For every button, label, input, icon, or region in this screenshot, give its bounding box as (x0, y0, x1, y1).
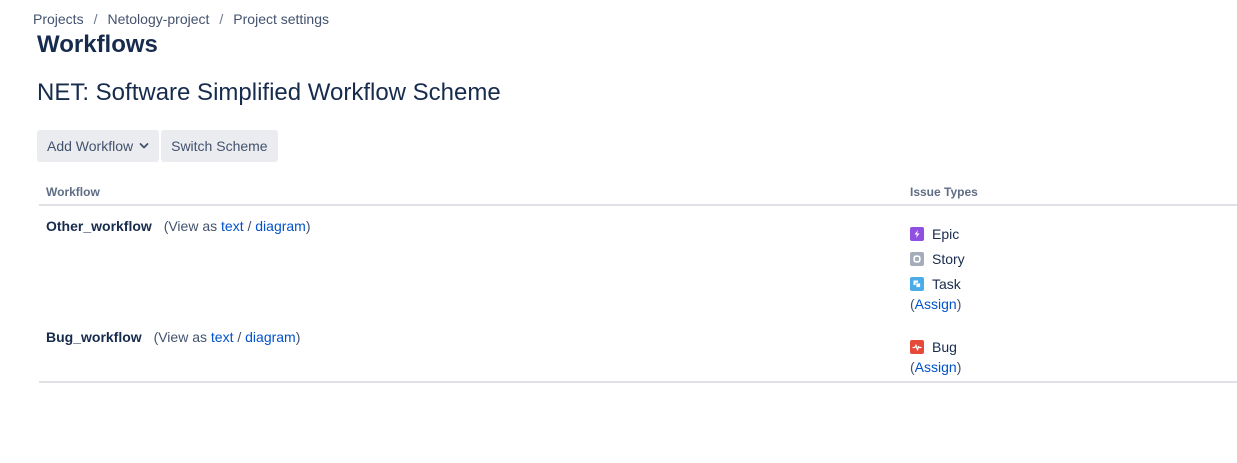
assign-link[interactable]: Assign (915, 359, 957, 375)
table-header: Workflow Issue Types (39, 177, 1237, 206)
table-row: Other_workflow (View as text / diagram) … (39, 206, 1237, 317)
assign-close-paren: ) (956, 359, 962, 375)
bug-icon (910, 339, 924, 354)
issue-types-column-header: Issue Types (910, 185, 978, 199)
add-workflow-button[interactable]: Add Workflow (37, 130, 160, 162)
breadcrumb-separator: / (93, 11, 98, 27)
table-row: Bug_workflow (View as text / diagram) Bu… (39, 317, 1237, 383)
scheme-title: NET: Software Simplified Workflow Scheme (37, 79, 501, 106)
breadcrumb: Projects / Netology-project / Project se… (33, 11, 329, 27)
issue-type-item: Story (910, 246, 965, 271)
view-as: (View as text / diagram) (154, 329, 301, 345)
issue-types-cell: Bug (Assign) (910, 334, 961, 375)
view-as-close-paren: ) (305, 218, 311, 234)
toolbar: Add Workflow Switch Scheme (37, 130, 278, 162)
view-as-diagram-link[interactable]: diagram (245, 329, 296, 345)
workflow-column-header: Workflow (46, 185, 100, 199)
workflow-cell: Other_workflow (View as text / diagram) (46, 218, 311, 234)
breadcrumb-netology-project[interactable]: Netology-project (107, 11, 209, 27)
page-title: Workflows (37, 31, 158, 58)
view-as-close-paren: ) (295, 329, 301, 345)
issue-type-item: Epic (910, 221, 965, 246)
view-as-prefix: (View as (163, 218, 218, 234)
add-workflow-label: Add Workflow (47, 138, 134, 154)
view-as-slash: / (237, 329, 242, 345)
view-as-slash: / (247, 218, 252, 234)
task-icon (910, 276, 924, 291)
issue-type-name: Story (932, 250, 965, 267)
issue-type-name: Bug (932, 338, 957, 355)
view-as-prefix: (View as (153, 329, 207, 345)
breadcrumb-projects[interactable]: Projects (33, 11, 84, 27)
workflow-cell: Bug_workflow (View as text / diagram) (46, 329, 300, 345)
epic-icon (910, 226, 924, 241)
breadcrumb-project-settings[interactable]: Project settings (233, 11, 329, 27)
switch-scheme-button[interactable]: Switch Scheme (161, 130, 278, 162)
issue-type-item: Bug (910, 334, 961, 359)
workflow-name: Bug_workflow (46, 329, 142, 345)
breadcrumb-separator: / (219, 11, 224, 27)
workflow-table: Workflow Issue Types Other_workflow (Vie… (39, 177, 1237, 383)
assign-close-paren: ) (956, 296, 962, 312)
assign-link[interactable]: Assign (915, 296, 957, 312)
assign: (Assign) (910, 296, 965, 312)
issue-type-item: Task (910, 271, 965, 296)
story-icon (910, 251, 924, 266)
chevron-down-icon (139, 142, 149, 150)
view-as-diagram-link[interactable]: diagram (255, 218, 306, 234)
workflow-name: Other_workflow (46, 218, 152, 234)
issue-type-name: Task (932, 275, 961, 292)
issue-type-name: Epic (932, 225, 960, 242)
view-as: (View as text / diagram) (164, 218, 311, 234)
view-as-text-link[interactable]: text (211, 329, 234, 345)
assign: (Assign) (910, 359, 961, 375)
issue-types-cell: Epic Story Task (Assign) (910, 221, 965, 312)
view-as-text-link[interactable]: text (221, 218, 244, 234)
